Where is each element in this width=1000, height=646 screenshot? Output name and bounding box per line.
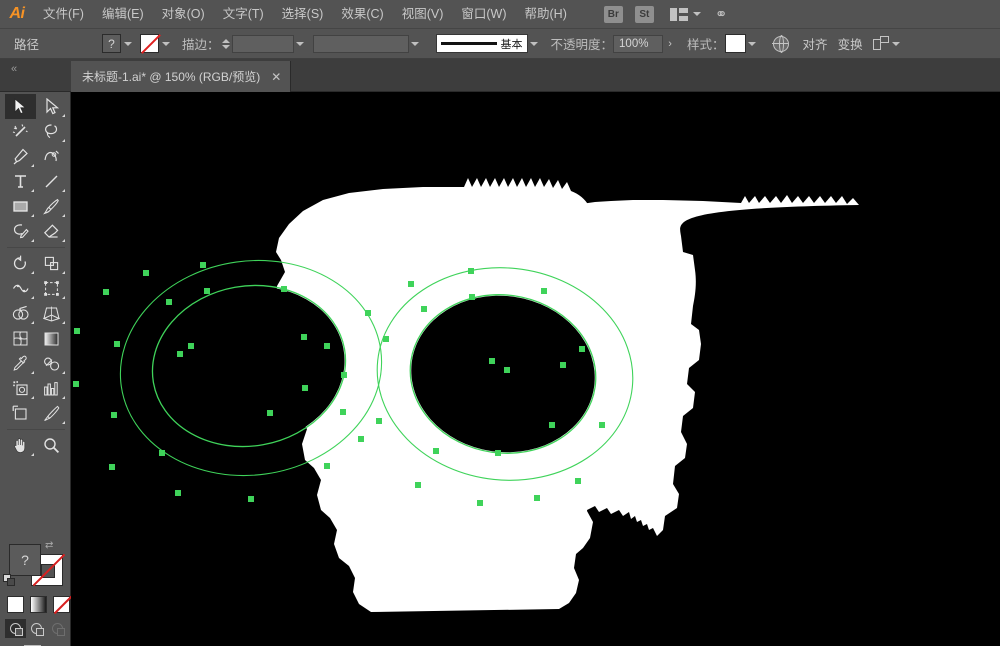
chevron-down-icon xyxy=(692,12,701,16)
menu-file[interactable]: 文件(F) xyxy=(34,0,93,29)
stroke-profile-input[interactable] xyxy=(312,34,409,53)
symbol-sprayer-tool[interactable] xyxy=(5,376,36,401)
type-tool[interactable] xyxy=(5,169,36,194)
draw-inside-button[interactable] xyxy=(47,619,68,638)
paint-mode-row xyxy=(7,596,70,613)
brush-stroke-preview-icon xyxy=(440,42,497,45)
artboard-tool[interactable] xyxy=(5,401,36,426)
brush-definition-swatch[interactable]: 基本 xyxy=(435,34,528,53)
stock-icon[interactable]: St xyxy=(634,5,654,23)
opacity-more-icon[interactable]: › xyxy=(663,36,677,52)
lasso-tool[interactable] xyxy=(36,119,67,144)
app-logo-icon: Ai xyxy=(9,5,26,22)
bridge-icon[interactable]: Br xyxy=(603,5,623,23)
column-graph-tool[interactable] xyxy=(36,376,67,401)
style-dropdown-icon[interactable] xyxy=(746,36,759,52)
pen-tool[interactable] xyxy=(5,144,36,169)
rotate-tool[interactable] xyxy=(5,251,36,276)
color-mode-button[interactable] xyxy=(7,596,24,613)
zoom-tool[interactable] xyxy=(36,433,67,458)
workspace-layout-icon xyxy=(669,7,688,21)
tools-panel: ? ⇄ xyxy=(0,92,71,646)
position-dropdown-icon[interactable] xyxy=(890,36,903,52)
eraser-tool[interactable] xyxy=(36,219,67,244)
stroke-profile-dropdown-icon[interactable] xyxy=(409,36,422,52)
fill-dropdown-icon[interactable] xyxy=(121,36,134,52)
mesh-tool[interactable] xyxy=(5,326,36,351)
recolor-artwork-icon[interactable] xyxy=(772,35,789,53)
stroke-weight-label: 描边： xyxy=(182,38,220,52)
fill-stroke-cluster: ? ⇄ xyxy=(3,540,66,596)
menu-bar: Ai 文件(F) 编辑(E) 对象(O) 文字(T) 选择(S) 效果(C) 视… xyxy=(0,0,1000,29)
stroke-weight-input[interactable] xyxy=(231,34,294,53)
transform-button[interactable]: 变换 xyxy=(838,34,863,53)
style-label: 样式： xyxy=(687,38,725,52)
menu-effect[interactable]: 效果(C) xyxy=(332,0,392,29)
artwork-vector xyxy=(73,178,859,612)
menu-type[interactable]: 文字(T) xyxy=(214,0,273,29)
paintbrush-tool[interactable] xyxy=(36,194,67,219)
toolbar-fill-swatch[interactable]: ? xyxy=(9,544,41,576)
stroke-swatch[interactable] xyxy=(140,34,161,54)
slice-tool[interactable] xyxy=(36,401,67,426)
menu-help[interactable]: 帮助(H) xyxy=(516,0,576,29)
panel-collapse-icon[interactable]: « xyxy=(5,62,23,76)
blend-tool[interactable] xyxy=(36,351,67,376)
curvature-tool[interactable] xyxy=(36,144,67,169)
gradient-tool[interactable] xyxy=(36,326,67,351)
default-fill-stroke-icon[interactable] xyxy=(3,574,16,587)
direct-selection-tool[interactable] xyxy=(36,94,67,119)
rectangle-tool[interactable] xyxy=(5,194,36,219)
none-slash-icon xyxy=(141,34,161,54)
align-button[interactable]: 对齐 xyxy=(803,34,828,53)
draw-mode-row xyxy=(5,619,68,638)
opacity-input[interactable]: 100% xyxy=(613,34,664,53)
document-tab[interactable]: 未标题-1.ai* @ 150% (RGB/预览) ✕ xyxy=(71,61,292,92)
hand-tool[interactable] xyxy=(5,433,36,458)
gradient-mode-button[interactable] xyxy=(30,596,47,613)
launch-icon[interactable]: ⚭ xyxy=(715,7,728,22)
graphic-style-swatch[interactable] xyxy=(724,34,746,53)
opacity-label: 不透明度： xyxy=(550,38,614,52)
draw-normal-button[interactable] xyxy=(5,619,26,638)
menu-select[interactable]: 选择(S) xyxy=(273,0,333,29)
scale-tool[interactable] xyxy=(36,251,67,276)
shaper-tool[interactable] xyxy=(5,219,36,244)
menu-object[interactable]: 对象(O) xyxy=(153,0,214,29)
magic-wand-tool[interactable] xyxy=(5,119,36,144)
stroke-weight-stepper[interactable] xyxy=(220,35,232,53)
illustrator-window: Ai 文件(F) 编辑(E) 对象(O) 文字(T) 选择(S) 效果(C) 视… xyxy=(0,0,1000,646)
canvas-artboard[interactable] xyxy=(71,92,1000,646)
brush-definition-label: 基本 xyxy=(500,38,523,51)
selection-tool[interactable] xyxy=(5,94,36,119)
perspective-grid-tool[interactable] xyxy=(36,301,67,326)
arrange-position-icon[interactable] xyxy=(872,36,890,51)
stroke-weight-dropdown-icon[interactable] xyxy=(294,36,307,52)
eyedropper-tool[interactable] xyxy=(5,351,36,376)
object-type-label: 路径 xyxy=(14,38,40,52)
control-bar: 路径 ? 描边： 基本 不透明度： 100% › 样式： 对齐 变换 xyxy=(0,29,1000,59)
brush-dropdown-icon[interactable] xyxy=(528,36,541,52)
none-mode-button[interactable] xyxy=(53,596,70,613)
menu-window[interactable]: 窗口(W) xyxy=(452,0,515,29)
artwork-group xyxy=(73,178,634,612)
workspace-switcher[interactable] xyxy=(669,7,701,21)
swap-fill-stroke-icon[interactable]: ⇄ xyxy=(45,540,53,551)
fill-swatch[interactable]: ? xyxy=(102,34,121,53)
document-tab-title: 未标题-1.ai* @ 150% (RGB/预览) xyxy=(82,70,261,84)
free-transform-tool[interactable] xyxy=(36,276,67,301)
menu-view[interactable]: 视图(V) xyxy=(393,0,453,29)
shape-builder-tool[interactable] xyxy=(5,301,36,326)
menu-edit[interactable]: 编辑(E) xyxy=(93,0,153,29)
stroke-dropdown-icon[interactable] xyxy=(159,36,172,52)
draw-behind-button[interactable] xyxy=(26,619,47,638)
close-icon[interactable]: ✕ xyxy=(271,71,281,83)
line-segment-tool[interactable] xyxy=(36,169,67,194)
width-tool[interactable] xyxy=(5,276,36,301)
